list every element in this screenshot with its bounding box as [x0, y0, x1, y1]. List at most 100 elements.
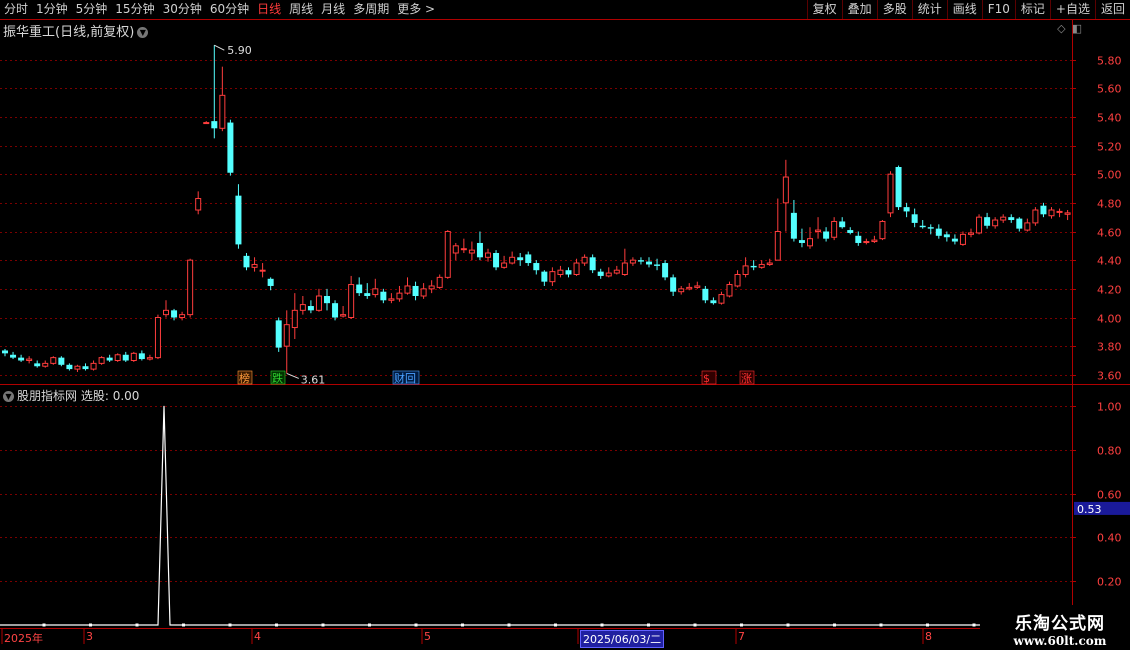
candle-body-up [315, 295, 322, 311]
candle-body-up [1064, 212, 1071, 215]
candle-body-up [742, 265, 749, 275]
indicator-dot [740, 623, 743, 627]
candle-body-up [283, 324, 290, 347]
candle-body-up [863, 241, 870, 244]
candle-body-down [171, 310, 178, 318]
candle-body-down [823, 231, 830, 239]
candle-body-down [637, 260, 644, 262]
date-label: 2025/06/03/二 [580, 630, 665, 648]
candle-body-down [275, 320, 282, 348]
candle-body-down [951, 238, 958, 242]
candle-body-down [517, 257, 524, 261]
candle-body-down [235, 195, 242, 245]
candle-body-down [919, 225, 926, 228]
indicator-dot [647, 623, 650, 627]
indicator-name: 股朋指标网 [17, 389, 78, 403]
indicator-dot [275, 623, 278, 627]
candle-body-down [927, 227, 934, 229]
indicator-dot [786, 623, 790, 627]
watermark-title: 乐淘公式网 [1015, 614, 1105, 634]
candle-body-up [130, 352, 137, 362]
price-axis-label: 5.20 [1097, 141, 1122, 154]
candle-body-up [460, 248, 467, 251]
candle-body-up [968, 232, 974, 235]
indicator-dot [321, 623, 325, 627]
candle-body-down [493, 253, 500, 268]
indicator-dot [972, 623, 976, 627]
indicator-axis-label: 0.80 [1097, 445, 1122, 458]
candle-body-up [348, 284, 355, 318]
candle-body-down [364, 293, 371, 296]
candle-body-up [976, 216, 983, 234]
indicator-axis-label: 1.00 [1097, 401, 1122, 414]
candle-body-down [267, 278, 274, 286]
candle-body-up [678, 288, 685, 293]
candle-body-down [790, 212, 797, 239]
candle-body-down [58, 357, 65, 365]
high-price-label: 5.90 [227, 44, 252, 57]
candle-body-up [203, 122, 210, 125]
candle-body-up [694, 285, 701, 288]
candle-body-up [42, 362, 49, 367]
price-axis-label: 3.80 [1097, 341, 1122, 354]
candle-body-down [1008, 217, 1015, 221]
price-axis-label: 5.80 [1097, 55, 1122, 68]
date-label: 8 [925, 630, 932, 643]
candle-body-up [291, 309, 298, 329]
price-axis-label: 3.60 [1097, 370, 1122, 383]
candle-body-down [106, 357, 113, 361]
event-tag-label: 榜 [239, 371, 250, 385]
candle-body-up [549, 271, 556, 283]
candle-body-up [146, 357, 153, 360]
candle-body-down [662, 263, 669, 278]
price-axis-label: 4.20 [1097, 284, 1122, 297]
candle-body-up [436, 276, 443, 288]
candle-body-up [605, 272, 612, 277]
candle-body-down [750, 265, 757, 268]
price-axis-label: 4.80 [1097, 198, 1122, 211]
candle-body-down [798, 240, 805, 243]
candle-body-up [90, 362, 97, 370]
candle-body-down [66, 364, 73, 370]
candle-body-up [758, 263, 765, 268]
indicator-label: 选股: [80, 389, 109, 403]
price-axis-label: 4.00 [1097, 313, 1122, 326]
candle-body-down [412, 285, 419, 296]
candle-body-down [1016, 218, 1023, 229]
candle-body-down [243, 255, 250, 268]
candle-body-up [468, 249, 475, 254]
kline-chart[interactable]: 5.80 5.60 5.40 5.20 5.00 4.80 4.60 4.40 4.20 4.00… [0, 0, 1130, 650]
candle-body-up [629, 259, 636, 264]
price-axis-label: 5.00 [1097, 169, 1122, 182]
candle-body-down [654, 264, 661, 266]
indicator-dot [600, 623, 604, 627]
candle-body-up [1000, 216, 1007, 221]
candle-body-up [98, 357, 105, 364]
price-axis-label: 4.60 [1097, 227, 1122, 240]
indicator-dot [833, 623, 836, 627]
candle-body-up [485, 252, 491, 258]
candle-body-up [887, 173, 894, 214]
candle-body-down [34, 363, 41, 367]
candle-body-up [501, 262, 508, 268]
candle-body-down [935, 228, 942, 236]
candle-body-up [26, 358, 33, 362]
event-tag-label: $ [703, 372, 710, 385]
candle-body-up [428, 285, 435, 290]
low-price-label: 3.61 [301, 373, 326, 386]
date-label: 7 [738, 630, 745, 643]
indicator-axis-label: 0.20 [1097, 576, 1122, 589]
indicator-title[interactable]: ▼ 股朋指标网 选股: 0.00 [3, 387, 139, 404]
chevron-down-icon[interactable]: ▼ [3, 391, 14, 402]
indicator-dot [368, 623, 371, 627]
candle-body-up [452, 245, 459, 254]
candle-body-up [734, 274, 741, 287]
candle-body-down [597, 271, 604, 276]
candle-body-up [340, 314, 347, 317]
candle-body-up [114, 354, 121, 361]
candle-body-up [686, 286, 693, 290]
candle-body-up [163, 309, 169, 316]
event-tag-label: 跌 [272, 371, 283, 385]
candle-body-down [307, 306, 314, 311]
candle-body-up [879, 220, 886, 240]
